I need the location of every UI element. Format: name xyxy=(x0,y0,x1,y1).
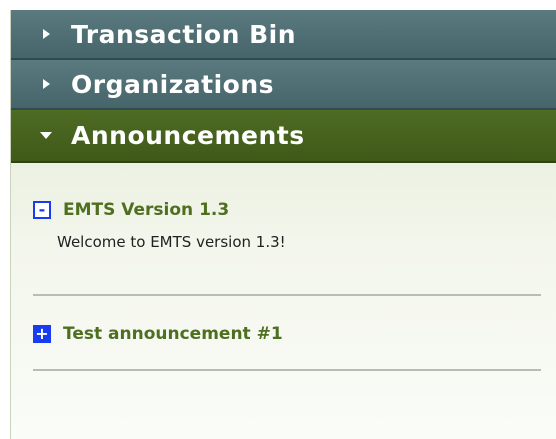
announcement-title-row: + Test announcement #1 xyxy=(33,323,541,345)
section-label: Organizations xyxy=(71,69,275,99)
collapse-toggle-icon[interactable]: - xyxy=(33,201,51,219)
section-label: Transaction Bin xyxy=(71,19,296,49)
caret-right-icon xyxy=(33,79,59,89)
announcement-title[interactable]: EMTS Version 1.3 xyxy=(63,200,229,220)
section-label: Announcements xyxy=(71,121,305,150)
announcement-item: - EMTS Version 1.3 Welcome to EMTS versi… xyxy=(33,199,541,251)
announcement-title[interactable]: Test announcement #1 xyxy=(63,324,283,344)
caret-right-icon xyxy=(33,29,59,39)
announcement-body: Welcome to EMTS version 1.3! xyxy=(57,233,286,251)
announcement-item: + Test announcement #1 xyxy=(33,323,541,345)
section-header-announcements[interactable]: Announcements xyxy=(11,110,556,163)
section-header-transaction-bin[interactable]: Transaction Bin xyxy=(11,10,556,60)
caret-down-icon xyxy=(33,132,59,139)
section-header-organizations[interactable]: Organizations xyxy=(11,60,556,110)
divider xyxy=(33,369,541,371)
announcement-title-row: - EMTS Version 1.3 xyxy=(33,199,541,221)
divider xyxy=(33,294,541,296)
expand-toggle-icon[interactable]: + xyxy=(33,325,51,343)
accordion-panel: Transaction Bin Organizations Announceme… xyxy=(10,10,556,439)
announcements-content: - EMTS Version 1.3 Welcome to EMTS versi… xyxy=(11,163,556,439)
